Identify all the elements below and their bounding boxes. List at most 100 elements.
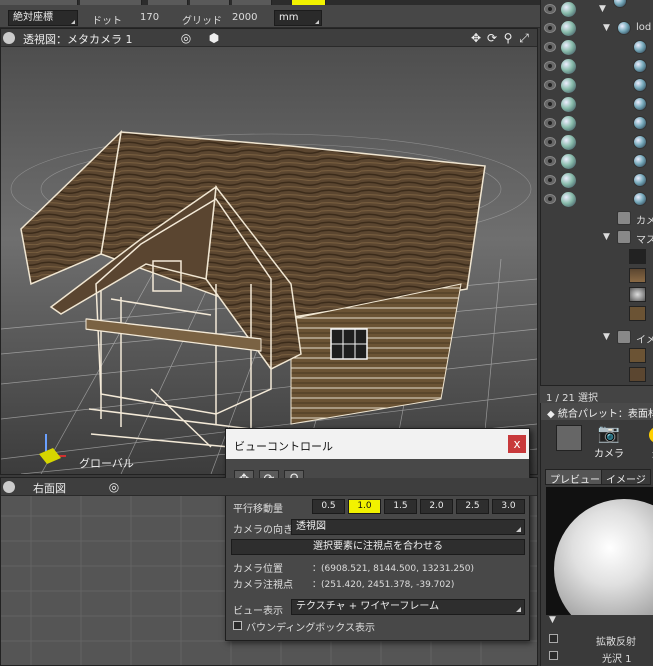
tree-row[interactable] [541, 133, 653, 152]
coord-system-select[interactable]: 絶対座標 [8, 10, 78, 26]
visibility-eye-icon[interactable] [544, 137, 556, 147]
step-button-1-0[interactable]: 1.0 [348, 499, 381, 514]
render-toggle-icon[interactable] [561, 135, 576, 150]
camera-button[interactable]: 📷 カメラ [585, 423, 633, 465]
step-button-3-0[interactable]: 3.0 [492, 499, 525, 514]
unit-select[interactable]: mm [274, 10, 322, 26]
tree-row[interactable] [541, 152, 653, 171]
light-button[interactable]: 光 [633, 423, 653, 465]
close-button[interactable]: x [508, 435, 526, 453]
step-button-1-5[interactable]: 1.5 [384, 499, 417, 514]
visibility-eye-icon[interactable] [544, 118, 556, 128]
tree-item-label: lod [636, 22, 652, 33]
material-swatch[interactable] [629, 287, 646, 302]
side-view-collapse-icon[interactable] [3, 481, 15, 493]
render-toggle-icon[interactable] [561, 154, 576, 169]
gloss-row[interactable]: 光沢 1 [546, 648, 653, 665]
tree-row[interactable] [541, 38, 653, 57]
tree-row[interactable]: ▼ イメ [541, 328, 653, 347]
tree-row[interactable]: ▼ lod [541, 19, 653, 38]
grid-value[interactable]: 2000 [232, 12, 257, 23]
render-toggle-icon[interactable] [561, 40, 576, 55]
render-toggle-icon[interactable] [561, 78, 576, 93]
visibility-eye-icon[interactable] [544, 4, 556, 14]
expand-icon[interactable]: ▼ [603, 232, 610, 242]
visibility-eye-icon[interactable] [544, 61, 556, 71]
material-swatch[interactable] [629, 306, 646, 321]
perspective-view[interactable]: 透視図：メタカメラ 1 ◎ ⬢ ✥ ⟳ ⚲ ⤢ グローバル [0, 28, 538, 475]
tree-row[interactable]: ▼ [541, 0, 653, 19]
render-toggle-icon[interactable] [561, 21, 576, 36]
zoom-icon[interactable]: ⚲ [501, 31, 515, 45]
bounding-box-checkbox[interactable] [233, 621, 242, 630]
tree-row[interactable] [541, 95, 653, 114]
tree-row[interactable]: ▼ マス [541, 228, 653, 247]
cube-icon[interactable]: ⬢ [207, 31, 221, 45]
render-toggle-icon[interactable] [561, 116, 576, 131]
perspective-view-title[interactable]: 透視図：メタカメラ 1 [23, 31, 133, 47]
tree-item-label: マス [636, 235, 653, 246]
visibility-eye-icon[interactable] [544, 156, 556, 166]
mesh-icon [633, 40, 647, 54]
fit-icon[interactable]: ⤢ [517, 31, 531, 45]
step-button-0-5[interactable]: 0.5 [312, 499, 345, 514]
render-toggle-icon[interactable] [561, 173, 576, 188]
coord-system-value: 絶対座標 [13, 12, 53, 23]
view-display-value: テクスチャ + ワイヤーフレーム [296, 601, 440, 612]
view-collapse-icon[interactable] [3, 32, 15, 44]
step-button-2-0[interactable]: 2.0 [420, 499, 453, 514]
side-view-title[interactable]: 右面図 [33, 480, 66, 496]
view-display-select[interactable]: テクスチャ + ワイヤーフレーム [291, 599, 525, 615]
expand-icon[interactable]: ▼ [599, 4, 606, 14]
tree-row[interactable] [541, 57, 653, 76]
material-swatch[interactable] [629, 249, 646, 264]
dot-value[interactable]: 170 [140, 12, 159, 23]
visibility-eye-icon[interactable] [544, 194, 556, 204]
tree-item-label: イメ [636, 335, 653, 346]
toolbar-strip [0, 0, 540, 5]
material-swatch[interactable] [629, 268, 646, 283]
material-icon [556, 425, 582, 451]
camera-target-value: ：(251.420, 2451.378, -39.702) [312, 580, 455, 590]
integrated-palette: ◆ 統合パレット：表面材 📷 カメラ 光 プレビュー イメージ ▼ 拡散反射 光… [540, 403, 653, 666]
side-target-icon[interactable]: ◎ [107, 480, 121, 494]
diffuse-row[interactable]: 拡散反射 [546, 631, 653, 648]
target-icon[interactable]: ◎ [179, 31, 193, 45]
camera-direction-select[interactable]: 透視図 [291, 519, 525, 535]
preview-menu-icon[interactable]: ▼ [549, 615, 556, 625]
diffuse-label: 拡散反射 [596, 637, 636, 648]
render-toggle-icon[interactable] [561, 97, 576, 112]
camera-position-value: ：(6908.521, 8144.500, 13231.250) [312, 564, 475, 574]
render-toggle-icon[interactable] [561, 192, 576, 207]
mesh-icon [633, 135, 647, 149]
move-icon[interactable]: ✥ [469, 31, 483, 45]
bounding-box-label: バウンディングボックス表示 [246, 623, 375, 634]
tree-row[interactable] [541, 171, 653, 190]
image-icon [617, 330, 631, 344]
gloss-checkbox[interactable] [549, 651, 558, 660]
axis-mode-label: グローバル [79, 457, 134, 470]
master-icon [617, 230, 631, 244]
expand-icon[interactable]: ▼ [603, 23, 610, 33]
step-button-2-5[interactable]: 2.5 [456, 499, 489, 514]
tab-image[interactable]: イメージ [601, 469, 651, 486]
tree-row[interactable] [541, 76, 653, 95]
dialog-title-bar[interactable]: ビューコントロール x [226, 429, 529, 459]
tree-row[interactable]: カメ [541, 209, 653, 228]
rotate-icon[interactable]: ⟳ [485, 31, 499, 45]
visibility-eye-icon[interactable] [544, 80, 556, 90]
expand-icon[interactable]: ▼ [603, 332, 610, 342]
visibility-eye-icon[interactable] [544, 42, 556, 52]
visibility-eye-icon[interactable] [544, 175, 556, 185]
tab-preview[interactable]: プレビュー [545, 469, 605, 486]
visibility-eye-icon[interactable] [544, 99, 556, 109]
render-toggle-icon[interactable] [561, 2, 576, 17]
visibility-eye-icon[interactable] [544, 23, 556, 33]
tree-row[interactable] [541, 114, 653, 133]
image-swatch[interactable] [629, 367, 646, 382]
render-toggle-icon[interactable] [561, 59, 576, 74]
image-swatch[interactable] [629, 348, 646, 363]
diffuse-checkbox[interactable] [549, 634, 558, 643]
focus-selection-button[interactable]: 選択要素に注視点を合わせる [231, 539, 525, 555]
tree-row[interactable] [541, 190, 653, 209]
